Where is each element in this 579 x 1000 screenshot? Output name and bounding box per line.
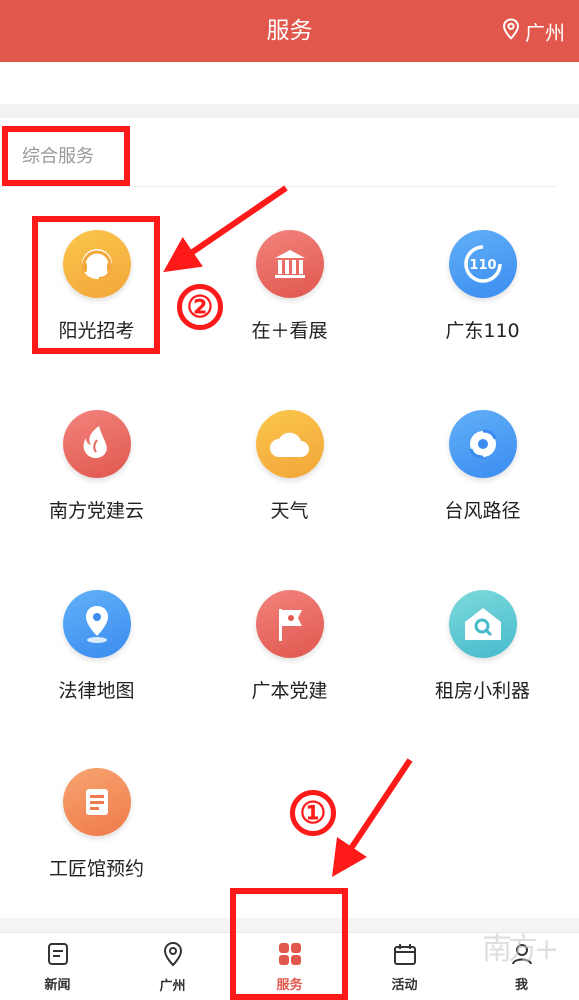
museum-icon xyxy=(255,230,324,298)
city-name: 广州 xyxy=(525,20,565,45)
news-icon xyxy=(47,942,69,970)
service-rental-helper[interactable]: 租房小利器 xyxy=(386,590,579,750)
service-label: 南方党建云 xyxy=(48,500,144,522)
section-underline xyxy=(0,186,556,187)
service-label: 广本党建 xyxy=(251,680,328,702)
service-typhoon-path[interactable]: 台风路径 xyxy=(386,410,579,570)
section-divider xyxy=(0,104,579,118)
service-guangdong-110[interactable]: 110 广东110 xyxy=(386,230,579,390)
service-label: 法律地图 xyxy=(58,680,135,702)
house-search-icon xyxy=(448,590,517,658)
flame-icon xyxy=(62,410,131,478)
typhoon-icon xyxy=(448,410,517,478)
tab-label: 活动 xyxy=(391,977,418,993)
calendar-icon xyxy=(393,942,417,970)
watermark-logo: 南方+ xyxy=(482,932,559,967)
tab-label: 广州 xyxy=(159,978,186,994)
cloud-icon xyxy=(255,410,324,478)
annotation-step-1: ① xyxy=(290,790,336,836)
service-law-map[interactable]: 法律地图 xyxy=(0,590,193,750)
annotation-box-tab xyxy=(230,888,348,1000)
top-header: 服务 广州 xyxy=(0,0,579,62)
city-selector[interactable]: 广州 xyxy=(502,0,565,62)
banner-area xyxy=(0,62,579,106)
service-label: 台风路径 xyxy=(444,500,521,522)
document-icon xyxy=(62,768,131,836)
service-label: 天气 xyxy=(270,500,309,522)
tab-news[interactable]: 新闻 xyxy=(0,933,115,1000)
service-label: 工匠馆预约 xyxy=(48,858,144,880)
svg-text:110: 110 xyxy=(469,258,496,273)
party-flag-icon xyxy=(255,590,324,658)
service-craftsman-booking[interactable]: 工匠馆预约 xyxy=(0,768,193,928)
annotation-box-section xyxy=(2,126,130,186)
tab-label: 新闻 xyxy=(44,977,71,993)
map-pin-icon xyxy=(62,590,131,658)
tab-label: 我 xyxy=(514,977,528,993)
tab-guangzhou[interactable]: 广州 xyxy=(115,933,230,1000)
service-weather[interactable]: 天气 xyxy=(193,410,386,570)
service-party-cloud[interactable]: 南方党建云 xyxy=(0,410,193,570)
service-label: 在＋看展 xyxy=(251,320,328,342)
police-110-icon: 110 xyxy=(448,230,517,298)
arrow-to-tab xyxy=(332,758,413,877)
service-label: 广东110 xyxy=(445,320,520,342)
tab-activity[interactable]: 活动 xyxy=(347,933,462,1000)
location-pin-icon xyxy=(502,17,520,45)
annotation-step-2: ② xyxy=(177,284,223,330)
annotation-box-service xyxy=(32,216,160,354)
location-icon xyxy=(162,941,184,971)
service-honda-party[interactable]: 广本党建 xyxy=(193,590,386,750)
service-label: 租房小利器 xyxy=(434,680,530,702)
page-title: 服务 xyxy=(266,18,313,44)
